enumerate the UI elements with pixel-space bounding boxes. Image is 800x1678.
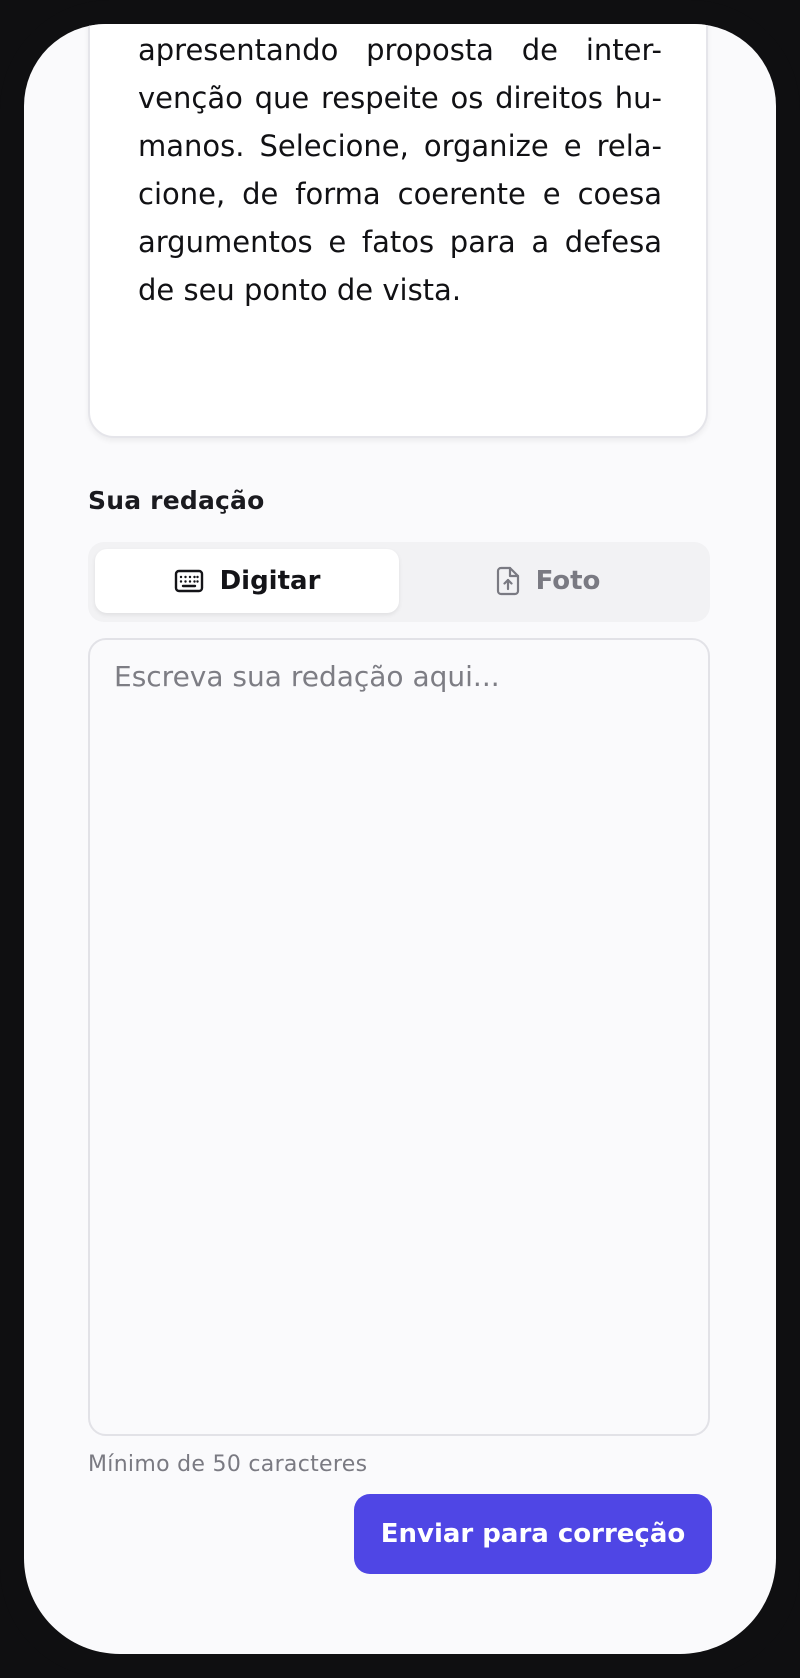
prompt-line: venção que respeite os direitos hu- <box>138 81 662 115</box>
prompt-line: argumentos e fatos para a defesa <box>138 225 662 259</box>
tab-foto[interactable]: Foto <box>396 549 700 613</box>
essay-section-label: Sua redação <box>88 486 265 515</box>
screen: apresentando proposta de inter- venção q… <box>24 24 776 1654</box>
prompt-text: apresentando proposta de inter- venção q… <box>138 26 662 314</box>
submit-button[interactable]: Enviar para correção <box>354 1494 712 1574</box>
device-frame: apresentando proposta de inter- venção q… <box>0 0 800 1678</box>
keyboard-icon <box>174 569 204 593</box>
file-upload-icon <box>496 566 520 596</box>
prompt-card: apresentando proposta de inter- venção q… <box>88 24 708 438</box>
prompt-line: de seu ponto de vista. <box>138 273 462 307</box>
prompt-line: manos. Selecione, organize e rela- <box>138 129 662 163</box>
min-characters-hint: Mínimo de 50 caracteres <box>88 1452 368 1477</box>
tab-foto-label: Foto <box>535 566 601 596</box>
prompt-line: cione, de forma coerente e coesa <box>138 177 662 211</box>
tab-digitar[interactable]: Digitar <box>95 549 399 613</box>
prompt-line: apresentando proposta de inter- <box>138 33 662 67</box>
essay-textarea[interactable] <box>88 638 710 1436</box>
input-mode-toggle: Digitar Foto <box>88 542 710 622</box>
tab-digitar-label: Digitar <box>219 566 321 596</box>
